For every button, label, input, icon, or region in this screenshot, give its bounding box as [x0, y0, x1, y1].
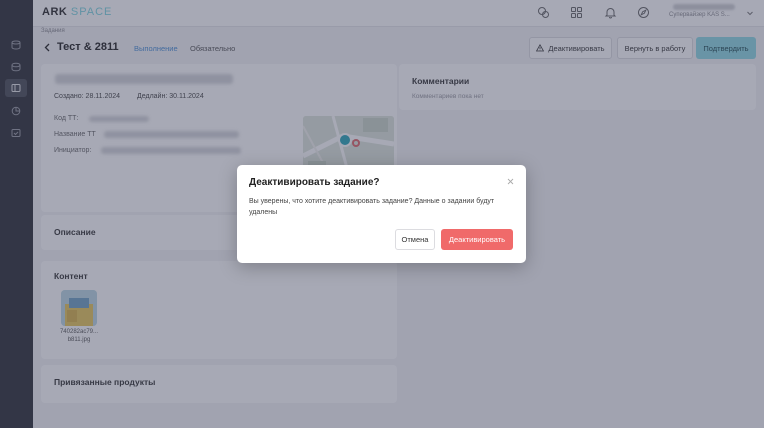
deactivate-modal: Деактивировать задание? Вы уверены, что …	[237, 165, 526, 263]
modal-message: Вы уверены, что хотите деактивировать за…	[249, 198, 495, 216]
modal-deactivate-button[interactable]: Деактивировать	[441, 229, 513, 250]
close-icon[interactable]	[507, 178, 514, 185]
modal-cancel-button[interactable]: Отмена	[395, 229, 435, 250]
modal-title: Деактивировать задание?	[249, 177, 380, 188]
